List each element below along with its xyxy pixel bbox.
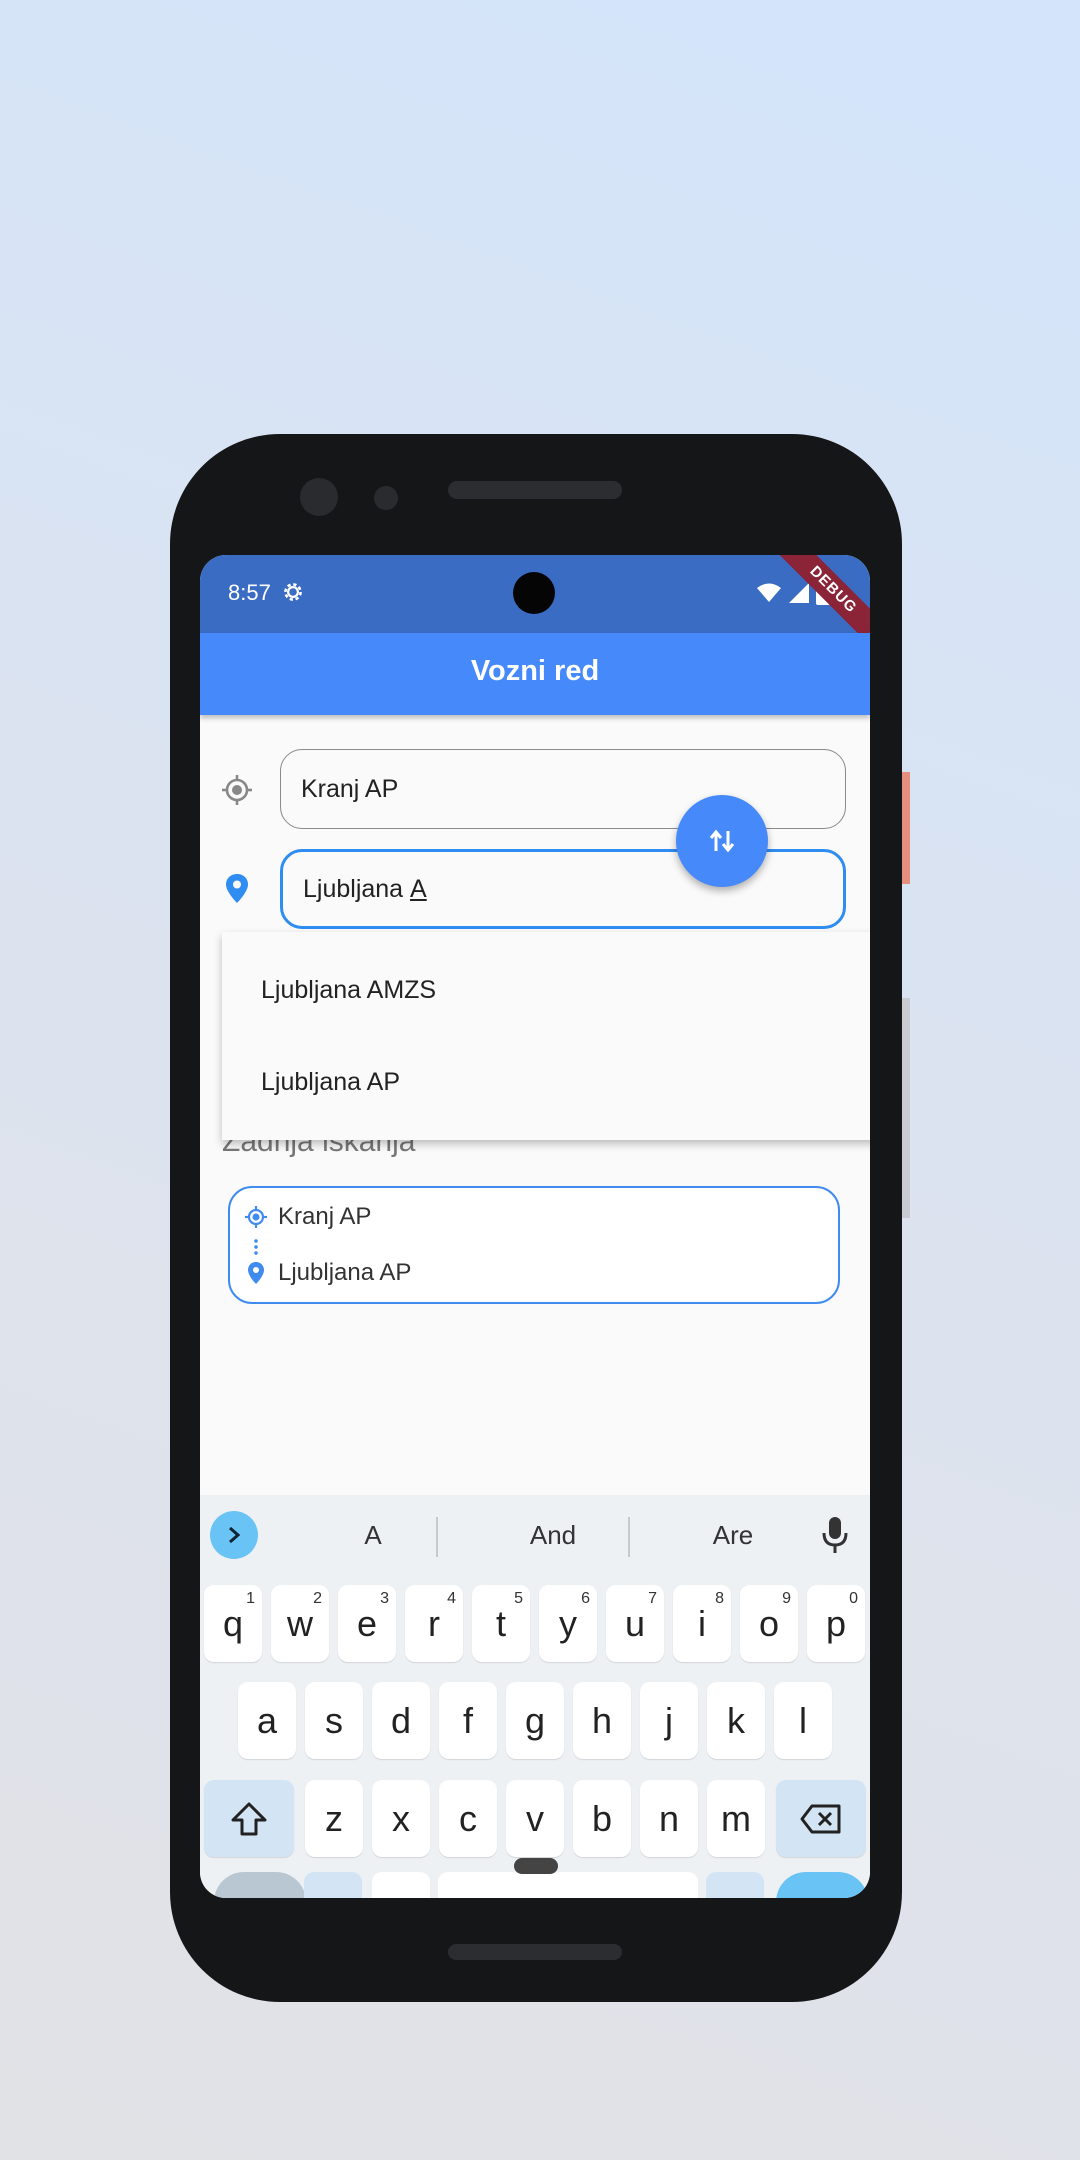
suggestion-item[interactable]: Ljubljana AP bbox=[261, 1068, 400, 1097]
keyboard-suggestion[interactable]: A bbox=[313, 1520, 433, 1551]
key-h[interactable]: h bbox=[573, 1682, 631, 1759]
key-number-hint: 1 bbox=[246, 1590, 255, 1607]
recent-to: Ljubljana AP bbox=[278, 1259, 412, 1286]
shift-arrow-icon bbox=[231, 1802, 267, 1835]
recent-from: Kranj AP bbox=[278, 1203, 372, 1230]
power-button bbox=[902, 772, 910, 884]
proximity-sensor bbox=[374, 486, 398, 510]
suggestion-divider bbox=[628, 1517, 630, 1557]
key-b[interactable]: b bbox=[573, 1780, 631, 1857]
key-number-hint: 8 bbox=[715, 1590, 724, 1607]
key-z[interactable]: z bbox=[305, 1780, 363, 1857]
key-e[interactable]: e3 bbox=[338, 1585, 396, 1662]
key-label: i bbox=[698, 1602, 706, 1644]
from-station-value: Kranj AP bbox=[301, 774, 399, 803]
key-label: q bbox=[222, 1602, 244, 1644]
key-m[interactable]: m bbox=[707, 1780, 765, 1857]
key-k[interactable]: k bbox=[707, 1682, 765, 1759]
settings-gear-icon bbox=[284, 583, 302, 601]
suggestion-item[interactable]: Ljubljana AMZS bbox=[261, 976, 436, 1005]
app-bar: Vozni red bbox=[200, 633, 870, 715]
key-d[interactable]: d bbox=[372, 1682, 430, 1759]
chevron-right-icon bbox=[229, 1526, 241, 1544]
enter-key[interactable] bbox=[776, 1872, 868, 1898]
page-title: Vozni red bbox=[470, 655, 600, 687]
key-w[interactable]: w2 bbox=[271, 1585, 329, 1662]
to-station-typed: Ljubljana bbox=[303, 874, 411, 903]
key-j[interactable]: j bbox=[640, 1682, 698, 1759]
swap-vertical-icon bbox=[709, 829, 735, 853]
key-t[interactable]: t5 bbox=[472, 1585, 530, 1662]
my-location-icon bbox=[222, 775, 252, 805]
key-l[interactable]: l bbox=[774, 1682, 832, 1759]
expand-toolbar-button[interactable] bbox=[210, 1511, 258, 1559]
key-number-hint: 4 bbox=[447, 1590, 456, 1607]
my-location-icon bbox=[245, 1206, 267, 1228]
key-r[interactable]: r4 bbox=[405, 1585, 463, 1662]
key-label: w bbox=[287, 1602, 313, 1644]
camera-cutout bbox=[513, 572, 555, 614]
bottom-speaker bbox=[448, 1944, 622, 1960]
keyboard-drag-handle[interactable] bbox=[514, 1858, 558, 1874]
shift-key[interactable] bbox=[204, 1780, 294, 1857]
status-bar: 8:57 DEBUG bbox=[200, 555, 870, 653]
key-x[interactable]: x bbox=[372, 1780, 430, 1857]
key-p[interactable]: p0 bbox=[807, 1585, 865, 1662]
key-label: y bbox=[559, 1602, 577, 1644]
key-number-hint: 7 bbox=[648, 1590, 657, 1607]
key-label: t bbox=[495, 1602, 506, 1644]
emoji-key[interactable] bbox=[372, 1872, 430, 1898]
key-label: u bbox=[624, 1602, 646, 1644]
keyboard-suggestion-bar: A And Are bbox=[200, 1495, 870, 1575]
key-number-hint: 5 bbox=[514, 1590, 523, 1607]
suggestion-divider bbox=[436, 1517, 438, 1557]
status-time: 8:57 bbox=[228, 580, 271, 605]
key-q[interactable]: q1 bbox=[204, 1585, 262, 1662]
recent-search-card[interactable]: Kranj AP Ljubljana AP bbox=[228, 1186, 840, 1304]
key-f[interactable]: f bbox=[439, 1682, 497, 1759]
keyboard-suggestion[interactable]: And bbox=[493, 1520, 613, 1551]
cell-signal-icon bbox=[789, 583, 809, 603]
symbols-key[interactable] bbox=[214, 1872, 306, 1898]
space-key[interactable] bbox=[438, 1872, 698, 1898]
key-number-hint: 6 bbox=[581, 1590, 590, 1607]
key-u[interactable]: u7 bbox=[606, 1585, 664, 1662]
route-dots-icon bbox=[254, 1238, 258, 1256]
screen: 8:57 DEBUG Vozni red Kranj AP Ljubljana … bbox=[200, 555, 870, 1898]
key-v[interactable]: v bbox=[506, 1780, 564, 1857]
key-label: o bbox=[758, 1602, 780, 1644]
key-number-hint: 2 bbox=[313, 1590, 322, 1607]
wifi-icon bbox=[757, 583, 781, 602]
key-i[interactable]: i8 bbox=[673, 1585, 731, 1662]
keyboard-suggestion[interactable]: Are bbox=[673, 1520, 793, 1551]
station-suggestions: Ljubljana AMZS Ljubljana AP bbox=[222, 932, 870, 1140]
period-key[interactable] bbox=[706, 1872, 764, 1898]
backspace-key[interactable] bbox=[776, 1780, 866, 1857]
location-pin-icon bbox=[248, 1262, 264, 1284]
volume-button bbox=[902, 998, 910, 1218]
microphone-icon[interactable] bbox=[820, 1515, 850, 1555]
onscreen-keyboard: A And Are q1w2e3r4t5y6u7i8o9p0 asdfghjkl bbox=[200, 1495, 870, 1898]
key-label: r bbox=[428, 1602, 440, 1644]
key-label: e bbox=[356, 1602, 378, 1644]
swap-stations-button[interactable] bbox=[676, 795, 768, 887]
key-g[interactable]: g bbox=[506, 1682, 564, 1759]
key-number-hint: 3 bbox=[380, 1590, 389, 1607]
key-number-hint: 0 bbox=[849, 1590, 858, 1607]
key-n[interactable]: n bbox=[640, 1780, 698, 1857]
key-label: p bbox=[825, 1602, 847, 1644]
front-sensor bbox=[300, 478, 338, 516]
key-y[interactable]: y6 bbox=[539, 1585, 597, 1662]
location-pin-icon bbox=[226, 874, 248, 903]
backspace-icon bbox=[800, 1804, 841, 1833]
comma-key[interactable] bbox=[304, 1872, 362, 1898]
key-s[interactable]: s bbox=[305, 1682, 363, 1759]
to-station-composing: A bbox=[410, 874, 427, 903]
key-c[interactable]: c bbox=[439, 1780, 497, 1857]
key-number-hint: 9 bbox=[782, 1590, 791, 1607]
earpiece-speaker bbox=[448, 481, 622, 499]
key-o[interactable]: o9 bbox=[740, 1585, 798, 1662]
key-a[interactable]: a bbox=[238, 1682, 296, 1759]
